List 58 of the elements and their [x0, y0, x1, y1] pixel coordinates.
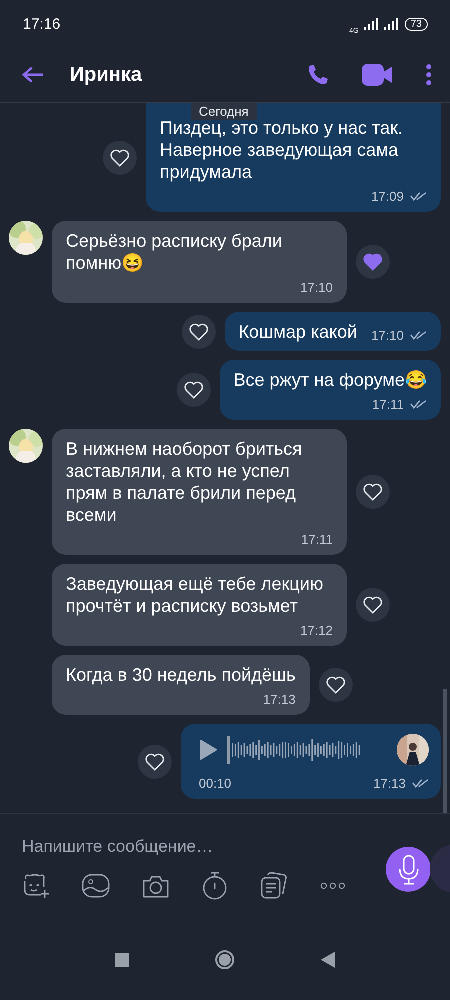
heart-icon	[326, 676, 346, 694]
message-time: 17:12	[300, 623, 333, 638]
contact-name: Иринка	[70, 64, 144, 86]
read-ticks-icon	[410, 192, 427, 201]
documents-icon[interactable]	[260, 872, 288, 900]
play-icon[interactable]	[199, 740, 217, 760]
message-time: 17:09	[371, 189, 404, 204]
video-call-icon[interactable]	[362, 64, 394, 86]
message-text: Все ржут на форуме😂	[234, 369, 427, 391]
back-icon[interactable]	[22, 66, 44, 84]
message-input[interactable]: Напишите сообщение…	[22, 836, 352, 858]
more-icon[interactable]	[426, 64, 432, 86]
microphone-icon	[396, 854, 420, 886]
like-button[interactable]	[182, 314, 216, 348]
read-ticks-icon	[412, 779, 429, 788]
signal-icon	[364, 18, 400, 30]
read-ticks-icon	[410, 331, 427, 340]
timer-icon[interactable]	[202, 872, 228, 900]
date-chip: Сегодня	[191, 103, 257, 120]
heart-icon	[363, 483, 383, 501]
sticker-icon[interactable]	[22, 873, 50, 899]
heart-icon	[145, 752, 165, 770]
clock: 17:16	[23, 16, 61, 32]
message-time: 17:13	[373, 776, 406, 791]
liked-heart-button[interactable]	[356, 245, 390, 279]
message-time: 17:10	[371, 328, 404, 343]
like-button[interactable]	[356, 588, 390, 622]
phone-icon[interactable]	[306, 63, 330, 87]
message-time: 17:10	[300, 280, 333, 295]
like-button[interactable]	[103, 140, 137, 174]
message-text: Когда в 30 недель пойдёшь	[66, 664, 296, 686]
message-text: Кошмар какой	[238, 321, 358, 343]
microphone-button[interactable]	[386, 847, 431, 892]
battery-level: 73	[404, 18, 428, 30]
more-icon[interactable]	[320, 882, 346, 890]
message-time: 17:13	[263, 692, 296, 707]
message-text: В нижнем наоборот бриться заставляли, а кто не успел прям в палате брили перед всеми	[66, 438, 304, 526]
gallery-icon[interactable]	[82, 873, 110, 899]
message-text: Серьёзно расписку брали помню😆	[66, 230, 284, 274]
heart-icon	[363, 253, 383, 271]
heart-icon	[110, 148, 130, 166]
voice-duration: 00:10	[199, 776, 232, 791]
scrollbar[interactable]	[443, 689, 447, 813]
back-button[interactable]	[321, 952, 335, 968]
home-button[interactable]	[215, 950, 235, 970]
like-button[interactable]	[138, 744, 172, 778]
message-text: Заведующая ещё тебе лекцию прочтёт и расписку возьмет	[66, 573, 324, 617]
heart-icon	[184, 381, 204, 399]
read-ticks-icon	[410, 400, 427, 409]
like-button[interactable]	[176, 373, 211, 407]
message-time: 17:11	[372, 397, 404, 412]
heart-icon	[188, 322, 209, 340]
heart-icon	[363, 596, 383, 614]
message-time: 17:11	[301, 532, 333, 547]
like-button[interactable]	[356, 475, 390, 509]
recents-button[interactable]	[115, 952, 129, 966]
message-text: Пиздец, это только у нас так. Наверное заведующая сама придумала	[160, 118, 404, 183]
like-button[interactable]	[318, 668, 353, 702]
